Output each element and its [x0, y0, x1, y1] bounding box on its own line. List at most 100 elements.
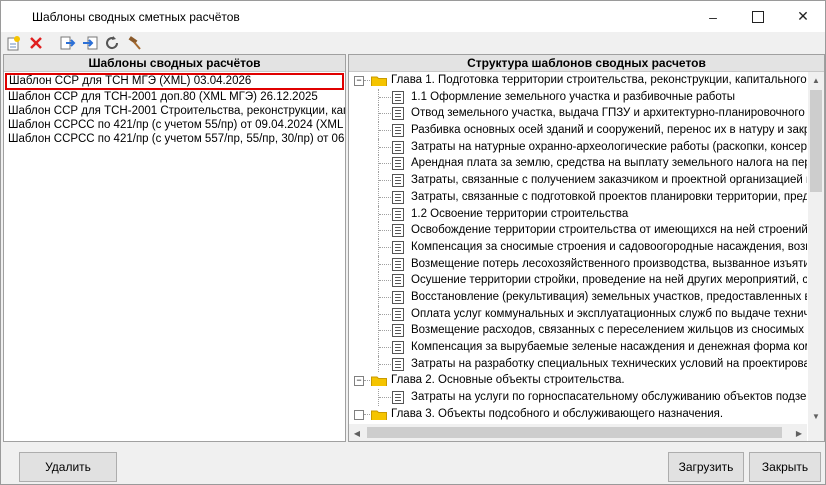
delete-template-button[interactable] — [27, 34, 45, 52]
template-list-item[interactable]: Шаблон ССР для ТСН-2001 Строительства, р… — [4, 104, 345, 118]
tree-item-node[interactable]: Возмещение потерь лесохозяйственного про… — [349, 255, 807, 273]
close-window-button[interactable]: ✕ — [781, 1, 825, 32]
vertical-scroll-thumb[interactable] — [810, 90, 822, 192]
tree-item-node[interactable]: Затраты, связанные с получением заказчик… — [349, 172, 807, 189]
load-button[interactable]: Загрузить — [668, 452, 744, 482]
structure-panel: Структура шаблонов сводных расчетов − Гла… — [348, 54, 825, 442]
tree-connector — [379, 263, 391, 265]
templates-list: Шаблон ССР для ТСН МГЭ (XML) 03.04.2026 … — [4, 72, 345, 441]
document-icon — [392, 90, 404, 104]
scroll-left-icon[interactable]: ◀ — [349, 425, 365, 441]
dialog-window: Шаблоны сводных сметных расчётов – ✕ Шаб… — [0, 0, 826, 485]
tree-item-node[interactable]: Затраты, связанные с подготовкой проекто… — [349, 188, 807, 206]
folder-icon — [371, 76, 387, 86]
document-icon — [392, 174, 404, 188]
tree-node-label: Отвод земельного участка, выдача ГПЗУ и … — [411, 107, 807, 120]
tree-item-node[interactable]: Компенсация за сносимые строения и садов… — [349, 238, 807, 256]
tree-connector — [379, 347, 391, 348]
scroll-up-icon[interactable]: ▲ — [808, 72, 824, 88]
tree-item-node[interactable]: Возмещение расходов, связанных с пересел… — [349, 322, 807, 339]
template-list-item[interactable]: Шаблон ССР для ТСН-2001 доп.80 (XML МГЭ)… — [4, 90, 345, 104]
new-template-button[interactable] — [5, 34, 23, 52]
tree-item-node[interactable]: Затраты на услуги по горноспасательному … — [349, 389, 807, 406]
template-list-item[interactable]: Шаблон ССРСС по 421/пр (с учетом 55/пр) … — [4, 118, 345, 132]
tree-node-label: Глава 1. Подготовка территории строитель… — [391, 74, 807, 86]
tree-item-node[interactable]: Отвод земельного участка, выдача ГПЗУ и … — [349, 105, 807, 123]
minimize-icon: – — [709, 8, 717, 25]
document-icon — [392, 124, 404, 138]
tree-node-label: Глава 2. Основные объекты строительства. — [391, 374, 625, 387]
tree-chapter-node[interactable]: − Глава 2. Основные объекты строительства… — [349, 372, 807, 389]
tree-connector — [379, 163, 391, 165]
tree-item-node[interactable]: Арендная плата за землю, средства на вып… — [349, 155, 807, 173]
tree-chapter-node[interactable]: Глава 3. Объекты подсобного и обслуживаю… — [349, 406, 807, 423]
collapse-icon[interactable]: − — [354, 376, 364, 387]
templates-panel: Шаблоны сводных расчётов Шаблон ССР для … — [3, 54, 346, 442]
delete-button[interactable]: Удалить — [19, 452, 117, 482]
tree-item-node[interactable]: Затраты на разработку специальных технич… — [349, 355, 807, 373]
tree-connector — [379, 280, 391, 282]
title-bar: Шаблоны сводных сметных расчётов – ✕ — [1, 1, 825, 32]
tree-item-node[interactable]: Освобождение территории строительства от… — [349, 222, 807, 239]
tree-item-node[interactable]: 1.1 Оформление земельного участка и разб… — [349, 88, 807, 106]
template-list-item-selected[interactable]: Шаблон ССР для ТСН МГЭ (XML) 03.04.2026 — [5, 73, 344, 90]
close-button[interactable]: Закрыть — [749, 452, 821, 482]
vertical-scrollbar[interactable]: ▲ ▼ — [808, 72, 824, 424]
tree-connector — [364, 80, 370, 81]
tree-node-label: Освобождение территории строительства от… — [411, 224, 807, 237]
tree-connector — [379, 246, 391, 248]
tree-node-label: Компенсация за сносимые строения и садов… — [411, 240, 807, 253]
tree-connector — [379, 196, 391, 198]
document-icon — [392, 307, 404, 321]
document-icon — [392, 140, 404, 154]
tree-connector — [379, 96, 391, 98]
maximize-button[interactable] — [736, 1, 780, 32]
tree-item-node[interactable]: Разбивка основных осей зданий и сооружен… — [349, 122, 807, 139]
tree-item-node[interactable]: Затраты на натурные охранно-археологичес… — [349, 138, 807, 156]
document-icon — [392, 207, 404, 221]
structure-tree: − Глава 1. Подготовка территории строител… — [349, 72, 807, 424]
maximize-icon — [752, 10, 764, 23]
import-button[interactable] — [81, 34, 99, 52]
horizontal-scrollbar[interactable]: ◀ ▶ — [349, 424, 807, 441]
tree-expander[interactable] — [354, 409, 364, 420]
horizontal-scroll-thumb[interactable] — [367, 427, 782, 438]
document-icon — [392, 341, 404, 354]
tree-item-node[interactable]: Компенсация за вырубаемые зеленые насажд… — [349, 339, 807, 356]
collapse-icon[interactable]: − — [354, 76, 364, 86]
tree-node-label: Возмещение расходов, связанных с пересел… — [411, 324, 807, 337]
toolbar — [1, 32, 825, 54]
tree-item-node[interactable]: Оплата услуг коммунальных и эксплуатацио… — [349, 305, 807, 323]
tree-node-label: Возмещение потерь лесохозяйственного про… — [411, 257, 807, 270]
scroll-right-icon[interactable]: ▶ — [791, 425, 807, 441]
tree-item-node[interactable]: Осушение территории стройки, проведение … — [349, 272, 807, 289]
tree-node-label: 1.2 Освоение территории строительства — [411, 207, 629, 220]
refresh-button[interactable] — [103, 34, 121, 52]
scroll-corner — [808, 424, 824, 441]
tree-connector — [379, 213, 391, 215]
tree-node-label: Восстановление (рекультивация) земельных… — [411, 290, 807, 303]
tree-connector — [364, 413, 370, 415]
document-icon — [392, 224, 404, 238]
tree-node-label: Глава 3. Объекты подсобного и обслуживаю… — [391, 407, 724, 420]
tree-item-node[interactable]: 1.2 Освоение территории строительства — [349, 205, 807, 223]
tree-item-node[interactable]: Восстановление (рекультивация) земельных… — [349, 288, 807, 306]
tree-node-label: Арендная плата за землю, средства на вып… — [411, 157, 807, 170]
tree-chapter-node[interactable]: − Глава 1. Подготовка территории строител… — [349, 72, 807, 89]
scroll-down-icon[interactable]: ▼ — [808, 408, 824, 424]
hammer-icon — [128, 36, 141, 50]
tree-connector — [379, 330, 391, 332]
tree-connector — [379, 397, 391, 399]
tree-connector — [379, 130, 391, 132]
tree-connector — [379, 230, 391, 232]
export-button[interactable] — [59, 34, 77, 52]
folder-icon — [371, 376, 387, 387]
tool-button[interactable] — [125, 34, 143, 52]
document-icon — [392, 391, 404, 405]
document-icon — [392, 290, 404, 304]
template-list-item[interactable]: Шаблон ССРСС по 421/пр (с учетом 557/пр,… — [4, 132, 345, 146]
tree-connector — [379, 296, 391, 298]
minimize-button[interactable]: – — [691, 1, 735, 32]
structure-panel-header: Структура шаблонов сводных расчетов — [349, 55, 824, 72]
tree-connector — [379, 313, 391, 315]
